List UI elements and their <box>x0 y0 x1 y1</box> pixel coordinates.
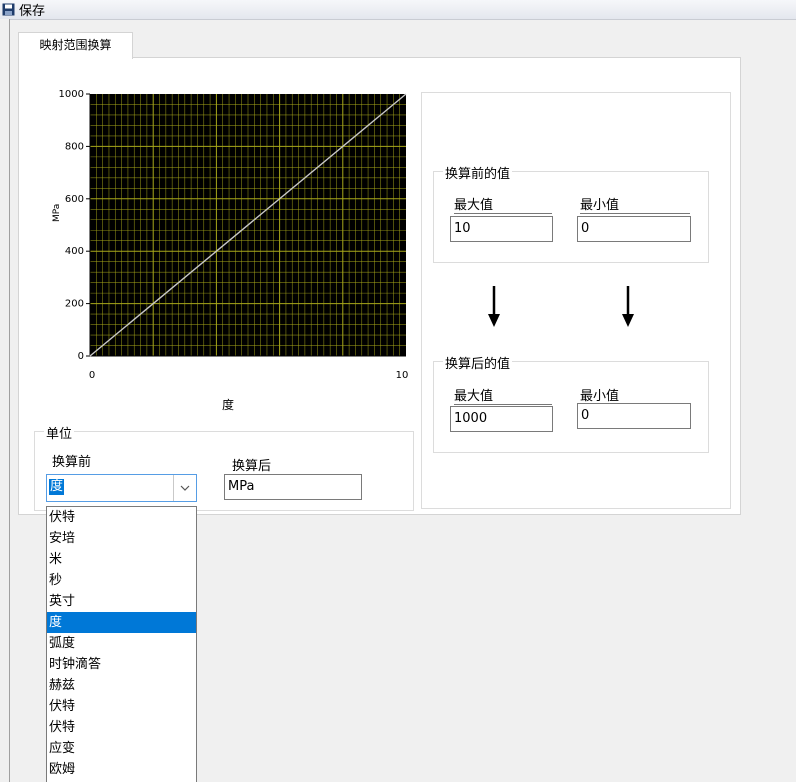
after-min-field[interactable]: 0 <box>577 403 691 429</box>
dropdown-option[interactable]: 米 <box>47 549 196 570</box>
arrow-down-icon <box>488 286 500 327</box>
unit-dropdown-list[interactable]: 伏特 安培米秒英寸度弧度 时钟滴答 赫兹 伏特 伏特 应变 欧姆 <box>46 506 197 782</box>
y-tick-label: 200 <box>65 299 84 310</box>
arrow-down-icon <box>622 286 634 327</box>
unit-group-title: 单位 <box>44 423 75 442</box>
x-axis-label: 度 <box>222 398 235 412</box>
dropdown-option[interactable]: 秒 <box>47 570 196 591</box>
before-values-title: 换算前的值 <box>443 163 513 182</box>
before-unit-label: 换算前 <box>52 455 92 470</box>
dropdown-option[interactable]: 英寸 <box>47 591 196 612</box>
y-tick-label: 600 <box>65 194 84 205</box>
tab-label: 映射范围换算 <box>39 38 112 52</box>
floppy-disk-icon <box>2 3 15 16</box>
dropdown-option[interactable]: 弧度 <box>47 633 196 654</box>
after-values-title: 换算后的值 <box>443 353 513 372</box>
dropdown-option[interactable]: 伏特 <box>47 717 196 738</box>
y-tick-label: 1000 <box>59 89 84 100</box>
dropdown-option[interactable]: 赫兹 <box>47 675 196 696</box>
before-max-label: 最大值 <box>454 194 552 214</box>
after-max-label: 最大值 <box>454 385 552 405</box>
y-tick-label: 800 <box>65 141 84 152</box>
y-axis-label: MPa <box>52 203 62 222</box>
window-left-edge <box>0 19 10 782</box>
mapping-chart: 0 200 400 600 800 1000 0 10 <box>59 89 409 381</box>
combo-selected-value: 度 <box>49 479 65 495</box>
dropdown-option[interactable]: 安培 <box>47 528 196 549</box>
before-max-field[interactable]: 10 <box>450 216 553 242</box>
dropdown-option[interactable]: 时钟滴答 <box>47 654 196 675</box>
dropdown-option[interactable]: 伏特 <box>47 507 196 528</box>
before-min-label: 最小值 <box>580 194 690 214</box>
after-unit-field[interactable]: MPa <box>224 474 362 500</box>
before-min-field[interactable]: 0 <box>577 216 691 242</box>
dropdown-option[interactable]: 应变 <box>47 738 196 759</box>
dropdown-option[interactable]: 度 <box>47 612 196 633</box>
x-tick-label: 0 <box>89 370 95 381</box>
save-label: 保存 <box>19 4 46 19</box>
x-tick-label: 10 <box>396 370 409 381</box>
y-tick-label: 400 <box>65 246 84 257</box>
after-max-field[interactable]: 1000 <box>450 406 553 432</box>
dropdown-option[interactable]: 欧姆 <box>47 759 196 780</box>
toolbar: 保存 <box>0 0 796 20</box>
dropdown-option[interactable]: 伏特 <box>47 696 196 717</box>
before-unit-combobox[interactable]: 度 <box>46 474 197 502</box>
tab-mapping-range[interactable]: 映射范围换算 <box>18 32 133 59</box>
save-button[interactable]: 保存 <box>2 1 46 19</box>
chevron-down-icon[interactable] <box>173 475 196 501</box>
after-min-label: 最小值 <box>580 385 690 405</box>
y-tick-label: 0 <box>78 351 84 362</box>
after-unit-label: 换算后 <box>232 459 272 474</box>
